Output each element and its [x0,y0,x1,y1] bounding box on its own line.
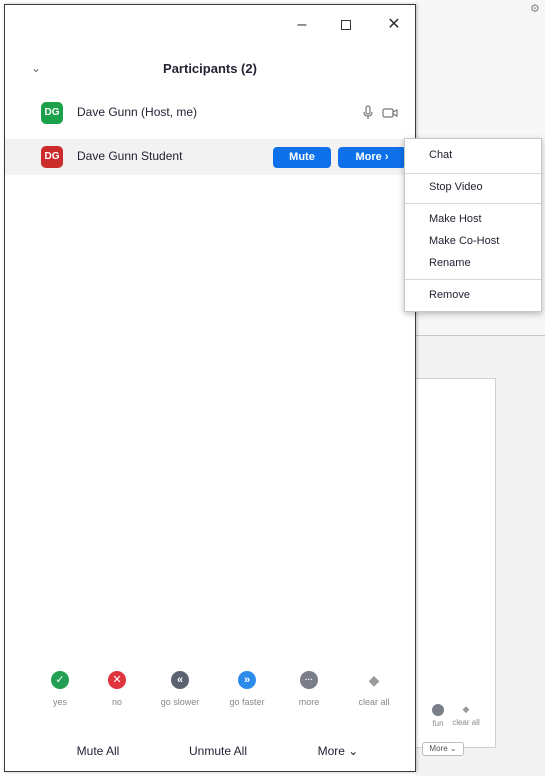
panel-header: ⌄ Participants (2) [5,57,415,85]
checkmark-icon: ✓ [51,671,69,689]
background-card [416,378,496,748]
participant-row-student[interactable]: DG Dave Gunn Student Mute More › [5,139,415,175]
minimize-button[interactable]: – [287,13,317,37]
background-reaction-label: clear all [452,718,480,727]
background-reaction-label: fun [432,719,444,728]
reaction-no[interactable]: ✕ no [88,671,146,707]
footer-more-button[interactable]: More ⌄ [305,739,371,763]
menu-divider [405,203,541,204]
avatar: DG [41,102,63,124]
menu-item-chat[interactable]: Chat [405,145,541,165]
rewind-icon: « [171,671,189,689]
microphone-icon[interactable] [362,105,374,121]
menu-item-stop-video[interactable]: Stop Video [405,177,541,197]
reaction-label: more [298,697,320,707]
reaction-go-slower[interactable]: « go slower [151,671,209,707]
reaction-label: no [111,697,122,707]
more-button[interactable]: More › [338,147,406,168]
eraser-icon: ◆ [368,672,380,688]
participants-panel: – ✕ ⌄ Participants (2) DG Dave Gunn (Hos… [4,4,416,772]
reaction-clear-all[interactable]: ◆ clear all [345,671,403,707]
participant-row-host[interactable]: DG Dave Gunn (Host, me) [5,95,415,131]
reaction-label: clear all [358,697,390,707]
menu-item-rename[interactable]: Rename [405,253,541,273]
participant-name: Dave Gunn (Host, me) [77,105,198,119]
maximize-icon [341,19,351,30]
reaction-yes[interactable]: ✓ yes [31,671,89,707]
background-more-button: More ⌄ [422,742,464,756]
ellipsis-icon: ··· [300,671,318,689]
background-settings-icon: ⚙ [530,3,540,15]
menu-item-make-host[interactable]: Make Host [405,209,541,229]
unmute-all-button[interactable]: Unmute All [175,739,261,763]
title-bar: – ✕ [5,5,415,45]
menu-item-remove[interactable]: Remove [405,285,541,305]
background-reaction: ◆ clear all [452,704,480,727]
reaction-more[interactable]: ··· more [280,671,338,707]
menu-divider [405,279,541,280]
panel-title: Participants (2) [163,61,257,76]
mute-all-button[interactable]: Mute All [63,739,133,763]
participant-name: Dave Gunn Student [77,149,183,163]
reaction-go-faster[interactable]: » go faster [218,671,276,707]
menu-divider [405,173,541,174]
menu-item-make-co-host[interactable]: Make Co-Host [405,231,541,251]
close-button[interactable]: ✕ [379,13,409,37]
mute-button[interactable]: Mute [273,147,331,168]
cross-icon: ✕ [108,671,126,689]
reaction-label: go faster [229,697,265,707]
reaction-label: go slower [160,697,200,707]
video-camera-icon[interactable] [382,106,398,120]
avatar: DG [41,146,63,168]
panel-footer: Mute All Unmute All More ⌄ [5,733,415,771]
participant-context-menu: Chat Stop Video Make Host Make Co-Host R… [404,138,542,312]
maximize-button[interactable] [331,13,361,37]
fast-forward-icon: » [238,671,256,689]
reaction-label: yes [52,697,67,707]
